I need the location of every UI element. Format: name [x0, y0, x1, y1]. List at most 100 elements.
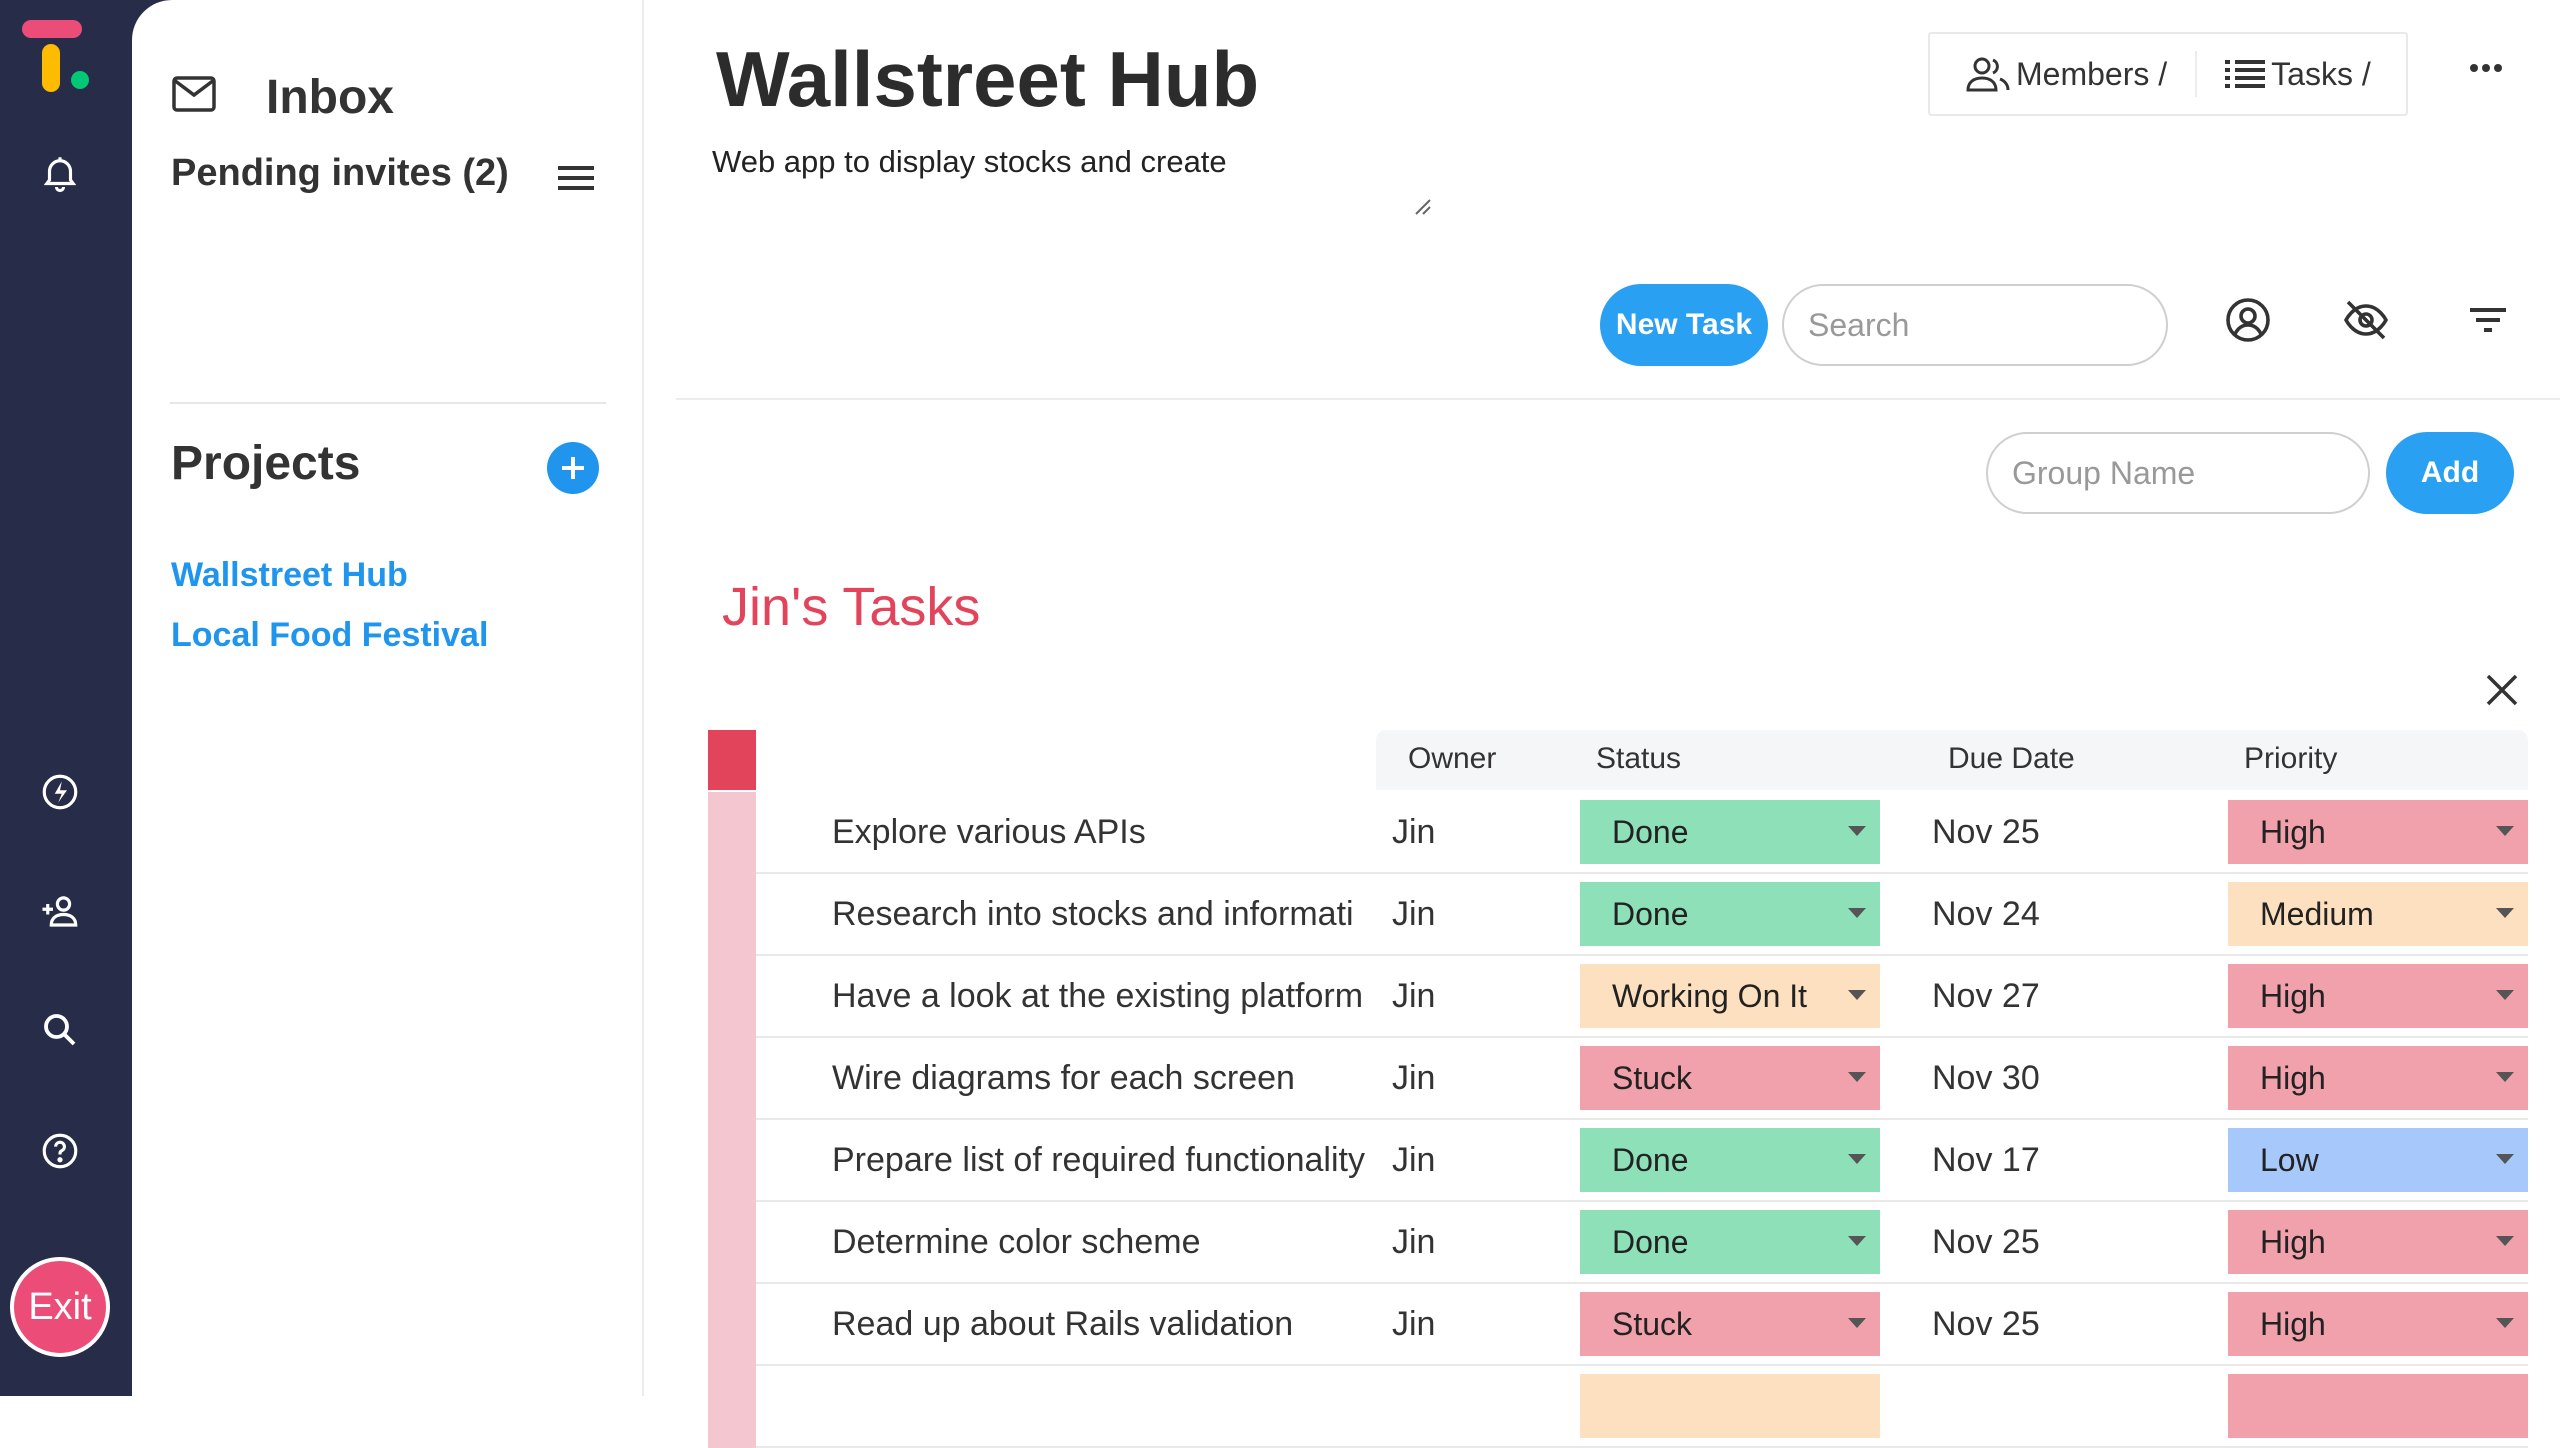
- task-name[interactable]: Wire diagrams for each screen: [832, 1038, 1442, 1118]
- table-row[interactable]: Have a look at the existing platform Jin W…: [708, 956, 2528, 1038]
- task-name[interactable]: Explore various APIs: [832, 792, 1442, 872]
- project-link[interactable]: Wallstreet Hub: [171, 556, 408, 595]
- column-header-priority[interactable]: Priority: [2244, 742, 2337, 776]
- add-project-button[interactable]: [547, 442, 599, 494]
- pending-invites[interactable]: Pending invites (2): [171, 152, 509, 195]
- search-icon[interactable]: [33, 1003, 87, 1057]
- task-owner[interactable]: Jin: [1392, 792, 1435, 872]
- status-dropdown[interactable]: [1580, 1374, 1880, 1438]
- status-dropdown[interactable]: Stuck: [1580, 1292, 1880, 1356]
- priority-dropdown[interactable]: High: [2228, 1046, 2528, 1110]
- caret-down-icon: [1848, 1318, 1866, 1328]
- row-color-bar[interactable]: [708, 792, 756, 874]
- exit-button[interactable]: Exit: [10, 1257, 110, 1357]
- column-header-due-date[interactable]: Due Date: [1948, 742, 2075, 776]
- task-owner[interactable]: Jin: [1392, 1120, 1435, 1200]
- project-description[interactable]: Web app to display stocks and create: [712, 144, 1227, 180]
- add-user-icon[interactable]: [33, 884, 87, 938]
- task-owner[interactable]: Jin: [1392, 874, 1435, 954]
- task-name[interactable]: Have a look at the existing platform: [832, 956, 1442, 1036]
- more-options-icon[interactable]: [2462, 50, 2510, 86]
- row-color-bar[interactable]: [708, 956, 756, 1038]
- status-dropdown[interactable]: Done: [1580, 882, 1880, 946]
- caret-down-icon: [1848, 1072, 1866, 1082]
- column-header-status[interactable]: Status: [1596, 742, 1681, 776]
- task-owner[interactable]: Jin: [1392, 956, 1435, 1036]
- priority-label: High: [2260, 1224, 2326, 1260]
- caret-down-icon: [2496, 990, 2514, 1000]
- row-color-bar[interactable]: [708, 1120, 756, 1202]
- add-group-button[interactable]: Add: [2386, 432, 2514, 514]
- task-due-date[interactable]: Nov 27: [1932, 956, 2040, 1036]
- status-dropdown[interactable]: Done: [1580, 1210, 1880, 1274]
- hide-eye-icon[interactable]: [2342, 296, 2390, 344]
- task-due-date[interactable]: Nov 25: [1932, 792, 2040, 872]
- task-name[interactable]: Determine color scheme: [832, 1202, 1442, 1282]
- status-dropdown[interactable]: Stuck: [1580, 1046, 1880, 1110]
- column-header-owner[interactable]: Owner: [1408, 742, 1496, 776]
- task-name[interactable]: Prepare list of required functionality: [832, 1120, 1442, 1200]
- app-logo[interactable]: [22, 20, 94, 100]
- table-row[interactable]: Research into stocks and informati Jin Don…: [708, 874, 2528, 956]
- table-row[interactable]: [708, 1366, 2528, 1448]
- plus-icon: [562, 457, 584, 479]
- row-color-bar[interactable]: [708, 1038, 756, 1120]
- row-color-bar[interactable]: [708, 1284, 756, 1366]
- task-owner[interactable]: Jin: [1392, 1202, 1435, 1282]
- table-row[interactable]: Prepare list of required functionality Ji…: [708, 1120, 2528, 1202]
- row-color-bar[interactable]: [708, 1202, 756, 1284]
- priority-dropdown[interactable]: High: [2228, 800, 2528, 864]
- status-dropdown[interactable]: Done: [1580, 800, 1880, 864]
- caret-down-icon: [2496, 908, 2514, 918]
- caret-down-icon: [1848, 826, 1866, 836]
- row-color-bar[interactable]: [708, 1366, 756, 1448]
- table-row[interactable]: Explore various APIs Jin Done Nov 25 High: [708, 792, 2528, 874]
- priority-dropdown[interactable]: [2228, 1374, 2528, 1438]
- task-due-date[interactable]: Nov 30: [1932, 1038, 2040, 1118]
- group-name-input[interactable]: [1986, 432, 2370, 514]
- task-name[interactable]: Research into stocks and informati: [832, 874, 1442, 954]
- inbox-link[interactable]: Inbox: [266, 70, 394, 125]
- priority-label: High: [2260, 1306, 2326, 1342]
- lightning-icon[interactable]: [33, 765, 87, 819]
- task-due-date[interactable]: Nov 25: [1932, 1202, 2040, 1282]
- project-link[interactable]: Local Food Festival: [171, 616, 488, 655]
- mail-icon: [172, 76, 216, 112]
- status-dropdown[interactable]: Working On It: [1580, 964, 1880, 1028]
- task-due-date[interactable]: Nov 24: [1932, 874, 2040, 954]
- group-color-bar[interactable]: [708, 730, 756, 790]
- filter-icon[interactable]: [2464, 296, 2512, 344]
- task-name[interactable]: Read up about Rails validation: [832, 1284, 1442, 1364]
- resize-grip-icon[interactable]: [1412, 196, 1432, 216]
- priority-dropdown[interactable]: High: [2228, 1292, 2528, 1356]
- table-row[interactable]: Read up about Rails validation Jin Stuck No…: [708, 1284, 2528, 1366]
- task-owner[interactable]: Jin: [1392, 1038, 1435, 1118]
- tab-tasks-label: Tasks /: [2271, 55, 2371, 92]
- project-title[interactable]: Wallstreet Hub: [716, 34, 1259, 125]
- task-due-date[interactable]: Nov 25: [1932, 1284, 2040, 1364]
- table-row[interactable]: Determine color scheme Jin Done Nov 25 High: [708, 1202, 2528, 1284]
- row-color-bar[interactable]: [708, 874, 756, 956]
- search-input[interactable]: [1782, 284, 2168, 366]
- bell-icon[interactable]: [33, 146, 87, 200]
- priority-dropdown[interactable]: High: [2228, 1210, 2528, 1274]
- priority-dropdown[interactable]: High: [2228, 964, 2528, 1028]
- projects-heading: Projects: [171, 437, 361, 490]
- menu-icon[interactable]: [556, 160, 596, 196]
- priority-dropdown[interactable]: Low: [2228, 1128, 2528, 1192]
- task-due-date[interactable]: Nov 17: [1932, 1120, 2040, 1200]
- close-icon[interactable]: [2482, 670, 2522, 710]
- help-icon[interactable]: [33, 1124, 87, 1178]
- group-title[interactable]: Jin's Tasks: [722, 576, 980, 638]
- tab-members[interactable]: Members /: [1966, 56, 2167, 93]
- caret-down-icon: [2496, 1236, 2514, 1246]
- priority-label: High: [2260, 814, 2326, 850]
- new-task-button[interactable]: New Task: [1600, 284, 1768, 366]
- table-row[interactable]: Wire diagrams for each screen Jin Stuck Nov…: [708, 1038, 2528, 1120]
- priority-dropdown[interactable]: Medium: [2228, 882, 2528, 946]
- priority-label: Low: [2260, 1142, 2319, 1178]
- tab-tasks[interactable]: Tasks /: [2225, 56, 2371, 93]
- task-owner[interactable]: Jin: [1392, 1284, 1435, 1364]
- status-dropdown[interactable]: Done: [1580, 1128, 1880, 1192]
- person-filter-icon[interactable]: [2224, 296, 2272, 344]
